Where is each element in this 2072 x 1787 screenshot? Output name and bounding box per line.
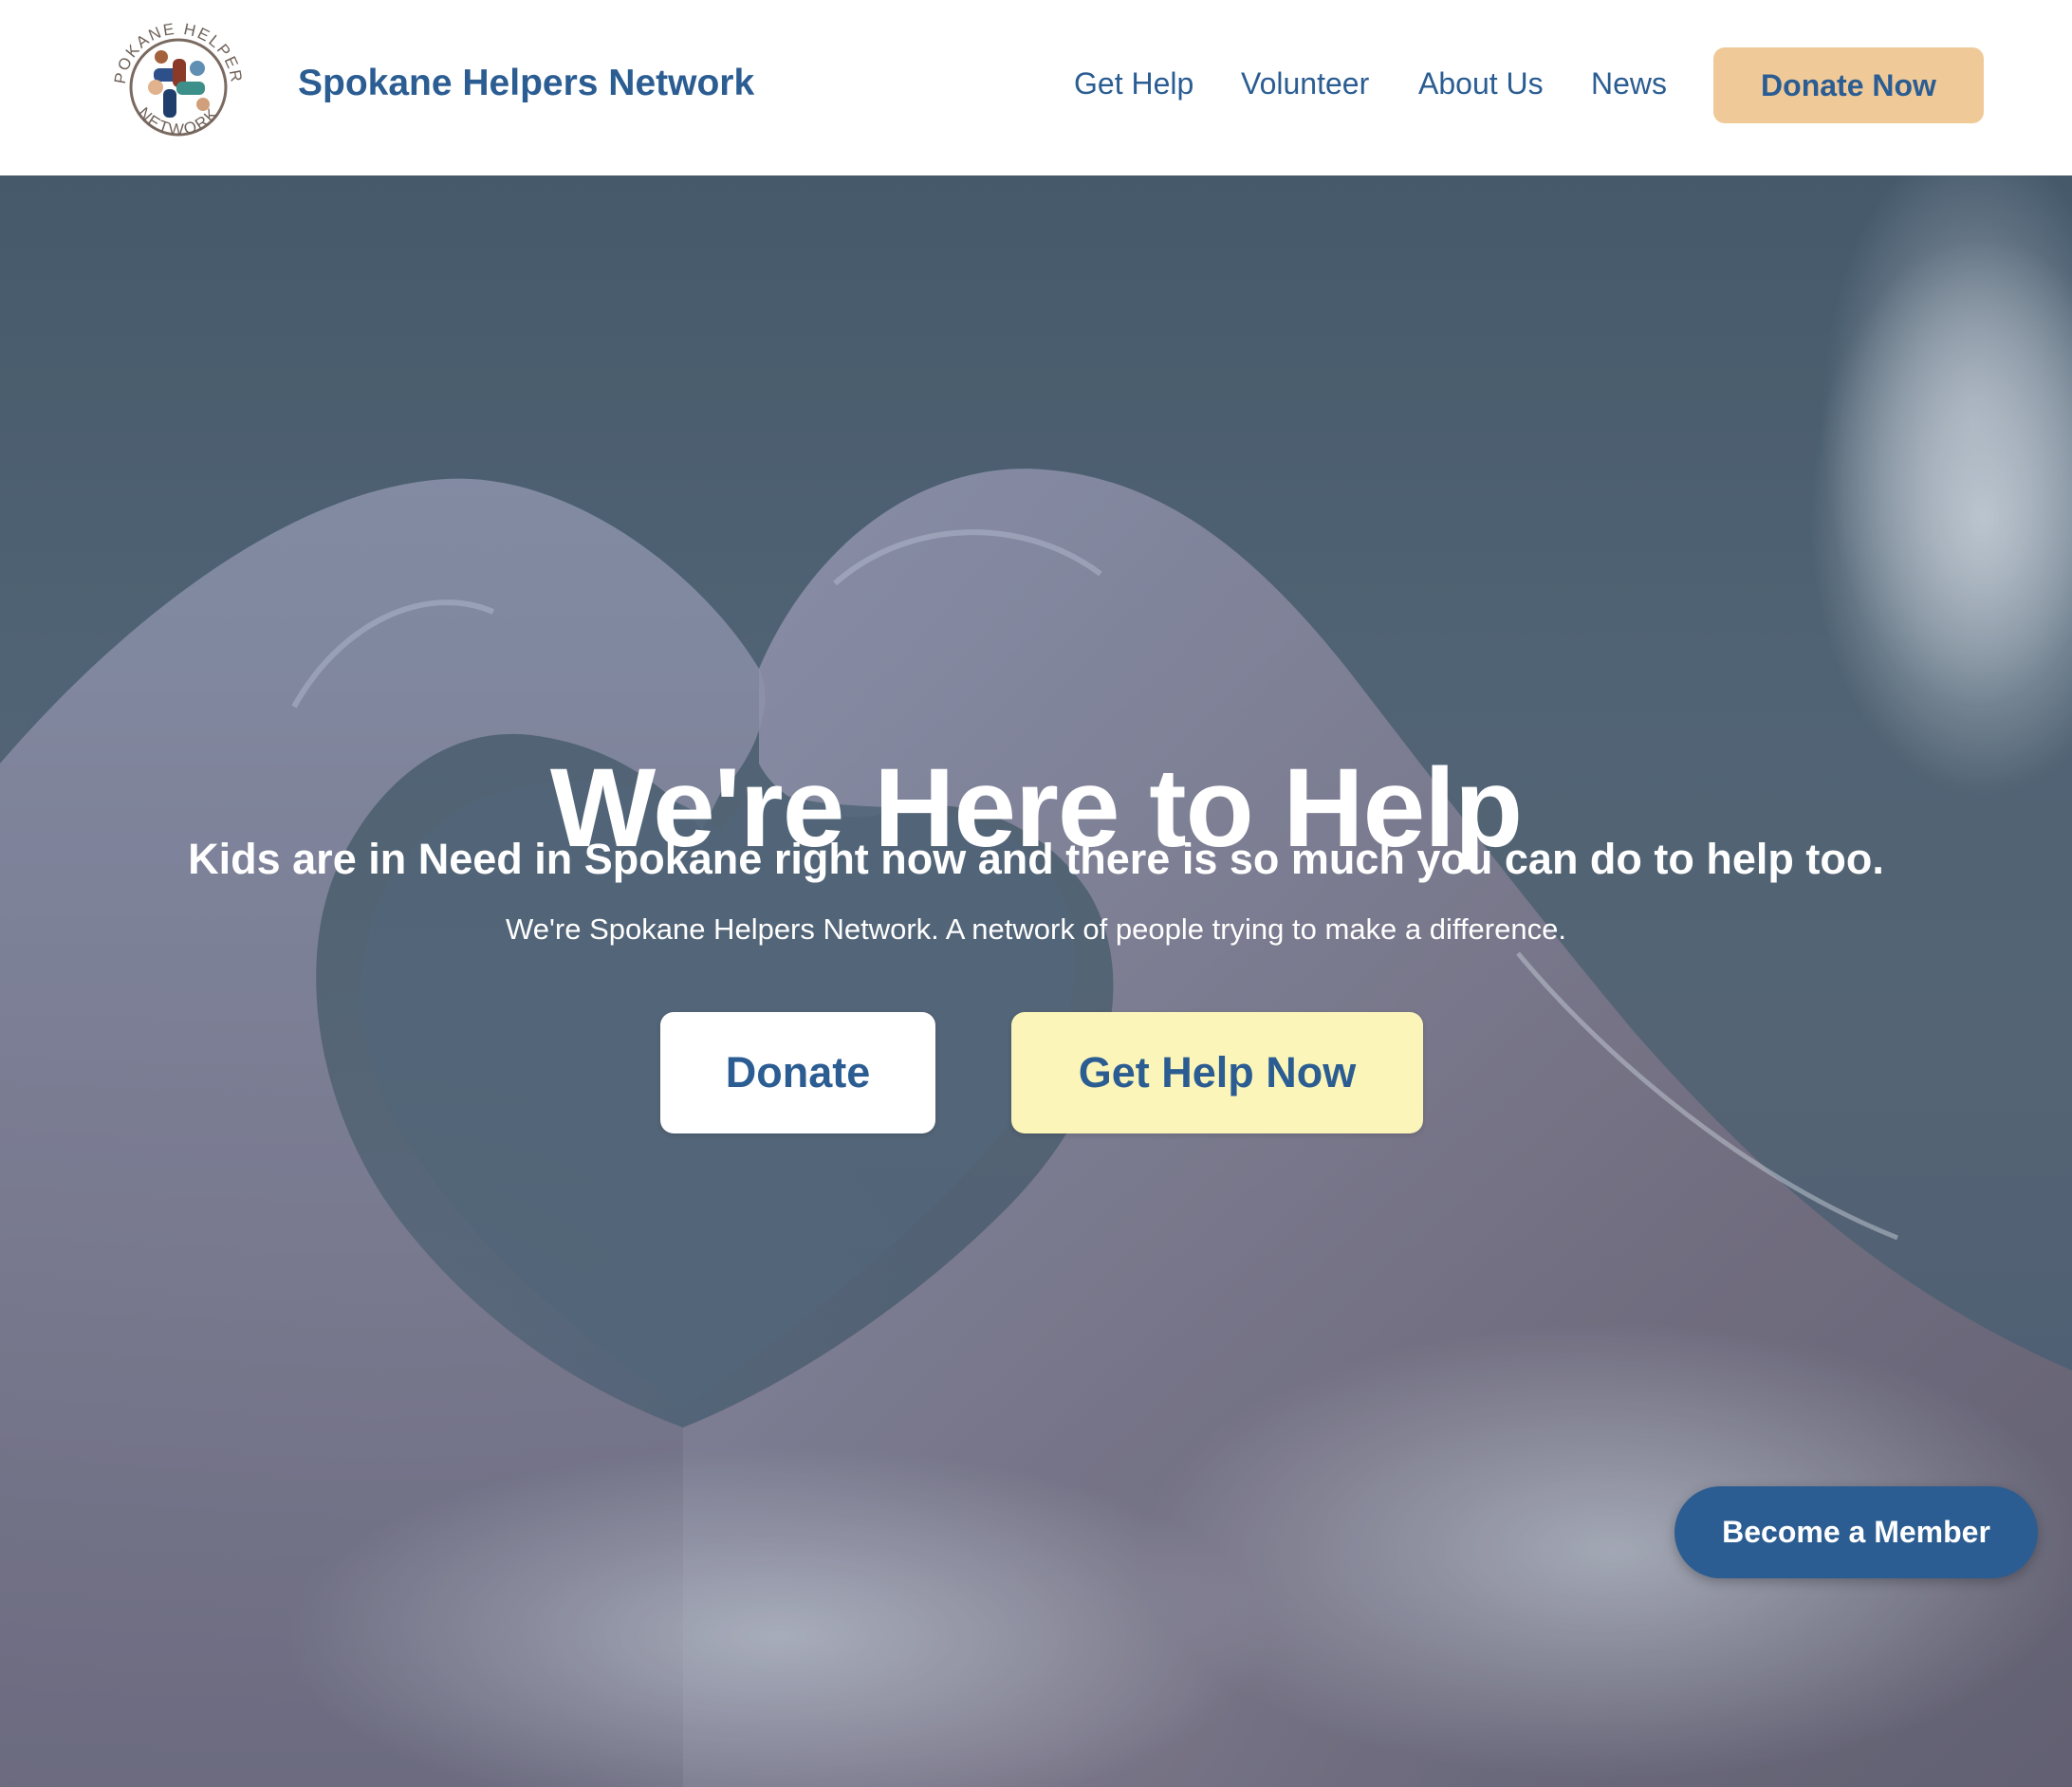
hero-description: We're Spokane Helpers Network. A network… <box>506 912 1566 946</box>
logo-icon[interactable]: SPOKANE HELPERS NETWORK <box>98 0 252 161</box>
nav-get-help[interactable]: Get Help <box>1074 66 1193 101</box>
nav-volunteer[interactable]: Volunteer <box>1241 66 1369 101</box>
logo-graphic: SPOKANE HELPERS NETWORK <box>98 0 244 139</box>
nav-about-us[interactable]: About Us <box>1418 66 1544 101</box>
donate-now-button[interactable]: Donate Now <box>1713 47 1984 123</box>
donate-button[interactable]: Donate <box>660 1012 935 1133</box>
hero-subtitle: Kids are in Need in Spokane right now an… <box>188 835 1884 883</box>
nav-news[interactable]: News <box>1591 66 1667 101</box>
logo-ring-bottom-text: NETWORK <box>135 104 221 139</box>
become-member-button[interactable]: Become a Member <box>1674 1486 2038 1578</box>
brand-name[interactable]: Spokane Helpers Network <box>298 63 754 104</box>
svg-text:NETWORK: NETWORK <box>135 104 223 139</box>
site-header: SPOKANE HELPERS NETWORK Spokane Helpers … <box>0 0 2072 175</box>
get-help-now-button[interactable]: Get Help Now <box>1011 1012 1423 1133</box>
